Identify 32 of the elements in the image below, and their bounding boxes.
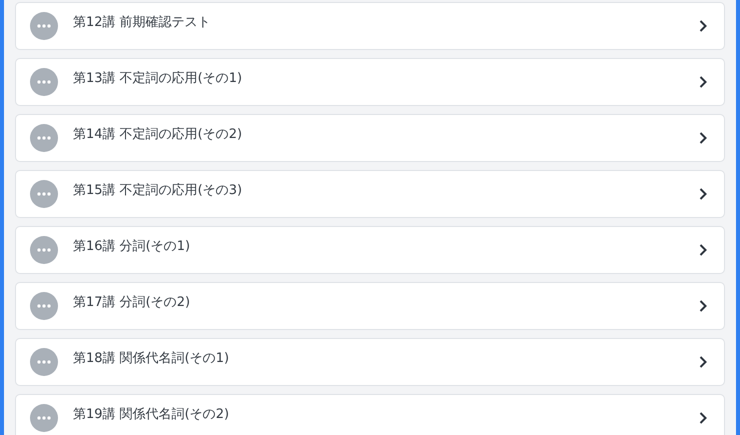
more-icon bbox=[30, 12, 58, 40]
chevron-right-icon bbox=[698, 75, 708, 89]
lesson-item[interactable]: 第16講 分詞(その1) bbox=[15, 226, 725, 274]
lesson-title: 第16講 分詞(その1) bbox=[73, 238, 192, 255]
more-icon bbox=[30, 404, 58, 432]
chevron-right-icon bbox=[698, 243, 708, 257]
lesson-item[interactable]: 第17講 分詞(その2) bbox=[15, 282, 725, 330]
lesson-item[interactable]: 第14講 不定詞の応用(その2) bbox=[15, 114, 725, 162]
lesson-title: 第14講 不定詞の応用(その2) bbox=[73, 126, 244, 143]
more-icon bbox=[30, 124, 58, 152]
lesson-item[interactable]: 第12講 前期確認テスト bbox=[15, 2, 725, 50]
lesson-title: 第17講 分詞(その2) bbox=[73, 294, 192, 311]
lesson-title: 第18講 関係代名詞(その1) bbox=[73, 350, 230, 367]
more-icon bbox=[30, 180, 58, 208]
chevron-right-icon bbox=[698, 355, 708, 369]
lesson-item[interactable]: 第19講 関係代名詞(その2) bbox=[15, 394, 725, 435]
lesson-title: 第15講 不定詞の応用(その3) bbox=[73, 182, 244, 199]
lesson-title: 第12講 前期確認テスト bbox=[73, 14, 212, 31]
more-icon bbox=[30, 68, 58, 96]
chevron-right-icon bbox=[698, 131, 708, 145]
more-icon bbox=[30, 292, 58, 320]
chevron-right-icon bbox=[698, 411, 708, 425]
lesson-title: 第19講 関係代名詞(その2) bbox=[73, 406, 230, 423]
more-icon bbox=[30, 236, 58, 264]
lesson-item[interactable]: 第13講 不定詞の応用(その1) bbox=[15, 58, 725, 106]
chevron-right-icon bbox=[698, 299, 708, 313]
lesson-item[interactable]: 第15講 不定詞の応用(その3) bbox=[15, 170, 725, 218]
chevron-right-icon bbox=[698, 187, 708, 201]
chevron-right-icon bbox=[698, 19, 708, 33]
lesson-item[interactable]: 第18講 関係代名詞(その1) bbox=[15, 338, 725, 386]
more-icon bbox=[30, 348, 58, 376]
lesson-title: 第13講 不定詞の応用(その1) bbox=[73, 70, 244, 87]
